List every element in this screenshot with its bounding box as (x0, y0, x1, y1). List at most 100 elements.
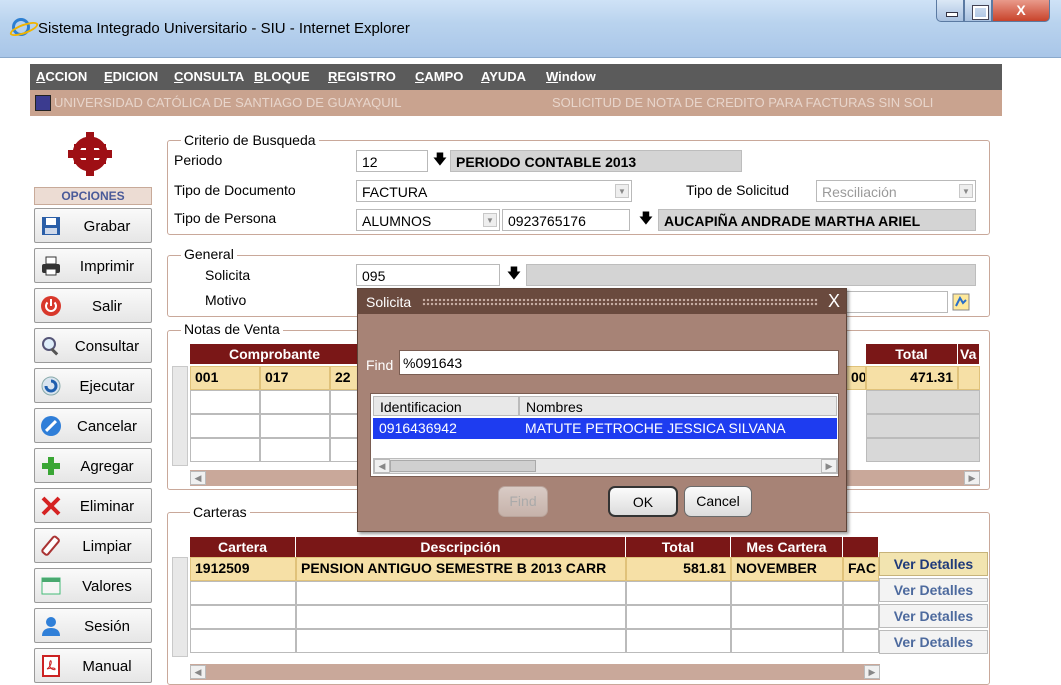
tipo-documento-select[interactable]: FACTURA ▼ (356, 180, 632, 202)
grabar-button[interactable]: Grabar (34, 208, 152, 243)
consultar-button[interactable]: Consultar (34, 328, 152, 363)
cartera-value[interactable]: 1912509 (190, 557, 296, 581)
dialog-close-icon[interactable]: X (824, 291, 844, 311)
cartera-empty-cell[interactable] (731, 629, 843, 653)
cartera-empty-cell[interactable] (296, 581, 626, 605)
carteras-vertical-scrollbar[interactable] (172, 557, 188, 657)
cartera-empty-cell[interactable] (190, 581, 296, 605)
tipo-solicitud-select[interactable]: Resciliación ▼ (816, 180, 976, 202)
menu-consulta[interactable]: CONSULTA (174, 69, 244, 84)
maximize-button[interactable] (964, 0, 992, 22)
cartera-empty-cell[interactable] (190, 605, 296, 629)
notas-empty-cell[interactable] (866, 414, 980, 438)
notas-empty-cell[interactable] (190, 390, 260, 414)
notas-total[interactable]: 471.31 (866, 366, 958, 390)
scroll-left-icon[interactable]: ◀ (374, 459, 390, 473)
menu-registro[interactable]: REGISTRO (328, 69, 396, 84)
notas-c4[interactable]: 00 (846, 366, 866, 390)
scroll-right-icon[interactable]: ▶ (864, 665, 880, 679)
notas-va[interactable] (958, 366, 980, 390)
dialog-titlebar[interactable]: Solicita X (358, 289, 846, 314)
ver-detalles-button[interactable]: Ver Detalles (879, 630, 988, 654)
cartera-empty-cell[interactable] (843, 581, 879, 605)
menu-ayuda[interactable]: AYUDA (481, 69, 526, 84)
motivo-field[interactable] (846, 291, 948, 313)
cartera-empty-cell[interactable] (731, 605, 843, 629)
find-input[interactable]: %091643 (399, 350, 839, 375)
menu-edicion[interactable]: EDICION (104, 69, 158, 84)
cartera-empty-cell[interactable] (843, 629, 879, 653)
eliminar-button[interactable]: Eliminar (34, 488, 152, 523)
periodo-lov-icon[interactable]: 🡇 (430, 149, 450, 171)
persona-lov-icon[interactable]: 🡇 (636, 208, 656, 230)
cartera-empty-cell[interactable] (731, 581, 843, 605)
extra-value[interactable]: FAC (843, 557, 879, 581)
cartera-empty-cell[interactable] (626, 629, 731, 653)
imprimir-button[interactable]: Imprimir (34, 248, 152, 283)
ver-detalles-button[interactable]: Ver Detalles (879, 578, 988, 602)
lov-horizontal-scrollbar[interactable]: ◀ ▶ (373, 458, 838, 474)
cartera-empty-cell[interactable] (296, 629, 626, 653)
lov-row-id[interactable]: 0916436942 (373, 418, 519, 439)
agregar-button[interactable]: Agregar (34, 448, 152, 483)
cartera-empty-cell[interactable] (296, 605, 626, 629)
menu-accion[interactable]: ACCION (36, 69, 87, 84)
limpiar-button[interactable]: Limpiar (34, 528, 152, 563)
notas-empty-cell[interactable] (330, 414, 360, 438)
carteras-horizontal-scrollbar[interactable]: ◀ ▶ (190, 664, 880, 680)
notas-vertical-scrollbar[interactable] (172, 366, 188, 466)
ver-detalles-button[interactable]: Ver Detalles (879, 604, 988, 628)
scroll-right-icon[interactable]: ▶ (964, 471, 980, 485)
cancelar-button[interactable]: Cancelar (34, 408, 152, 443)
valores-button[interactable]: Valores (34, 568, 152, 603)
minimize-button[interactable] (936, 0, 964, 22)
notas-c2[interactable]: 017 (260, 366, 330, 390)
solicita-field[interactable]: 095 (356, 264, 500, 286)
scroll-thumb[interactable] (390, 460, 536, 472)
persona-id-field[interactable]: 0923765176 (502, 209, 630, 231)
dialog-drag-handle[interactable] (422, 298, 818, 306)
total-value[interactable]: 581.81 (626, 557, 731, 581)
ok-button[interactable]: OK (608, 486, 678, 517)
notas-empty-cell[interactable] (330, 438, 360, 462)
eraser-icon (41, 535, 60, 556)
cartera-empty-cell[interactable] (843, 605, 879, 629)
manual-button[interactable]: Manual (34, 648, 152, 683)
nombres-column-header[interactable]: Nombres (519, 396, 837, 416)
periodo-field[interactable]: 12 (356, 150, 428, 172)
notas-empty-cell[interactable] (260, 438, 330, 462)
notas-empty-cell[interactable] (190, 438, 260, 462)
ejecutar-button[interactable]: Ejecutar (34, 368, 152, 403)
mes-value[interactable]: NOVEMBER (731, 557, 843, 581)
close-window-button[interactable]: X (992, 0, 1050, 22)
notas-empty-cell[interactable] (260, 414, 330, 438)
notas-c1[interactable]: 001 (190, 366, 260, 390)
scroll-left-icon[interactable]: ◀ (190, 471, 206, 485)
find-button[interactable]: Find (498, 486, 548, 517)
menu-window[interactable]: Window (546, 69, 596, 84)
ver-detalles-button[interactable]: Ver Detalles (879, 552, 988, 576)
notas-empty-cell[interactable] (866, 390, 980, 414)
sesion-button[interactable]: Sesión (34, 608, 152, 643)
edit-text-icon[interactable] (952, 293, 970, 311)
notas-empty-cell[interactable] (330, 390, 360, 414)
identificacion-column-header[interactable]: Identificacion (373, 396, 519, 416)
lov-row-name[interactable]: MATUTE PETROCHE JESSICA SILVANA (519, 418, 837, 439)
menu-campo[interactable]: CAMPO (415, 69, 463, 84)
descripcion-value[interactable]: PENSION ANTIGUO SEMESTRE B 2013 CARR (296, 557, 626, 581)
notas-c3[interactable]: 22 (330, 366, 360, 390)
notas-empty-cell[interactable] (260, 390, 330, 414)
menu-bloque[interactable]: BLOQUE (254, 69, 310, 84)
salir-button[interactable]: Salir (34, 288, 152, 323)
cartera-empty-cell[interactable] (626, 605, 731, 629)
notas-empty-cell[interactable] (866, 438, 980, 462)
notas-empty-cell[interactable] (190, 414, 260, 438)
cartera-empty-cell[interactable] (626, 581, 731, 605)
cancel-button[interactable]: Cancel (684, 486, 752, 517)
cartera-header: Cartera (190, 537, 296, 557)
cartera-empty-cell[interactable] (190, 629, 296, 653)
solicita-lov-icon[interactable]: 🡇 (504, 263, 524, 285)
scroll-right-icon[interactable]: ▶ (821, 459, 837, 473)
tipo-persona-select[interactable]: ALUMNOS ▼ (356, 209, 500, 231)
scroll-left-icon[interactable]: ◀ (190, 665, 206, 679)
